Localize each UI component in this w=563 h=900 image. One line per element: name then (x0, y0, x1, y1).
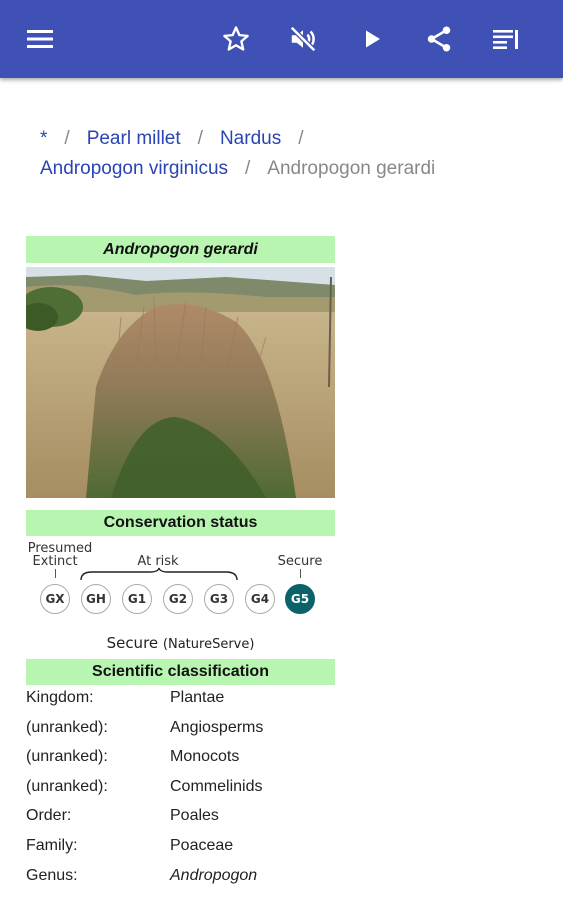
secure-tick (300, 569, 301, 578)
taxon-name: Angiosperms (170, 718, 264, 736)
at-risk-brace (80, 567, 238, 581)
classification-table: Kingdom: Plantae (unranked): Angiosperms (… (26, 689, 335, 896)
rank-g5-active: G5 (285, 584, 315, 614)
taxobox-title: Andropogon gerardi (26, 236, 335, 263)
rank-g3: G3 (204, 584, 234, 614)
species-photo[interactable] (26, 267, 335, 498)
breadcrumb-separator: / (298, 128, 304, 149)
conservation-scale: Presumed Extinct At risk Secure GX GH G1… (26, 541, 335, 652)
classification-row: (unranked): Monocots (26, 748, 335, 778)
rank-name: Kingdom: (26, 689, 94, 706)
breadcrumb-link-nardus[interactable]: Nardus (220, 128, 281, 149)
extinct-tick (55, 569, 56, 578)
classification-row: Order: Poales (26, 807, 335, 837)
rank-g2: G2 (163, 584, 193, 614)
rank-name: (unranked): (26, 748, 108, 766)
classification-row: (unranked): Angiosperms (26, 719, 335, 749)
breadcrumb-separator: / (64, 128, 70, 149)
taxon-name: Plantae (170, 689, 225, 706)
play-icon[interactable] (352, 19, 392, 59)
taxon-name: Commelinids (170, 777, 263, 795)
scientific-classification-header: Scientific classification (26, 659, 335, 685)
breadcrumb-link-andropogon-virginicus[interactable]: Andropogon virginicus (40, 158, 228, 179)
taxon-name: Poaceae (170, 836, 234, 854)
extinct-label: Extinct (32, 554, 78, 569)
breadcrumb-link-home[interactable]: * (40, 128, 47, 149)
classification-row: (unranked): Commelinids (26, 778, 335, 808)
conservation-status-header: Conservation status (26, 510, 335, 536)
mute-icon[interactable] (283, 19, 323, 59)
share-icon[interactable] (419, 19, 459, 59)
rank-g4: G4 (245, 584, 275, 614)
breadcrumb-separator: / (245, 158, 251, 179)
rank-name: (unranked): (26, 718, 108, 736)
rank-g1: G1 (122, 584, 152, 614)
list-icon[interactable] (486, 19, 526, 59)
taxon-name[interactable]: Andropogon (170, 867, 257, 885)
status-text-line: Secure (NatureServe) (26, 634, 335, 652)
secure-label: Secure (277, 554, 323, 569)
taxon-name: Monocots (170, 748, 240, 766)
rank-name: (unranked): (26, 777, 108, 795)
status-text: Secure (106, 634, 159, 652)
rank-name: Genus: (26, 866, 78, 884)
breadcrumb-current: Andropogon gerardi (267, 158, 436, 179)
taxon-name: Poales (170, 807, 219, 825)
rank-name: Order: (26, 807, 72, 825)
star-icon[interactable] (216, 19, 256, 59)
classification-row: Genus: Andropogon (26, 867, 335, 897)
rank-gh: GH (81, 584, 111, 614)
breadcrumb-link-pearl-millet[interactable]: Pearl millet (87, 128, 181, 149)
breadcrumb-separator: / (197, 128, 203, 149)
grass-illustration (26, 267, 335, 498)
breadcrumb: * / Pearl millet / Nardus / Andropogon virgini… (40, 124, 540, 184)
rank-gx: GX (40, 584, 70, 614)
classification-row: Family: Poaceae (26, 837, 335, 867)
menu-icon[interactable] (20, 19, 60, 59)
status-source: (NatureServe) (162, 637, 255, 652)
app-bar (0, 0, 563, 78)
classification-row: Kingdom: Plantae (26, 689, 335, 719)
rank-name: Family: (26, 836, 78, 854)
